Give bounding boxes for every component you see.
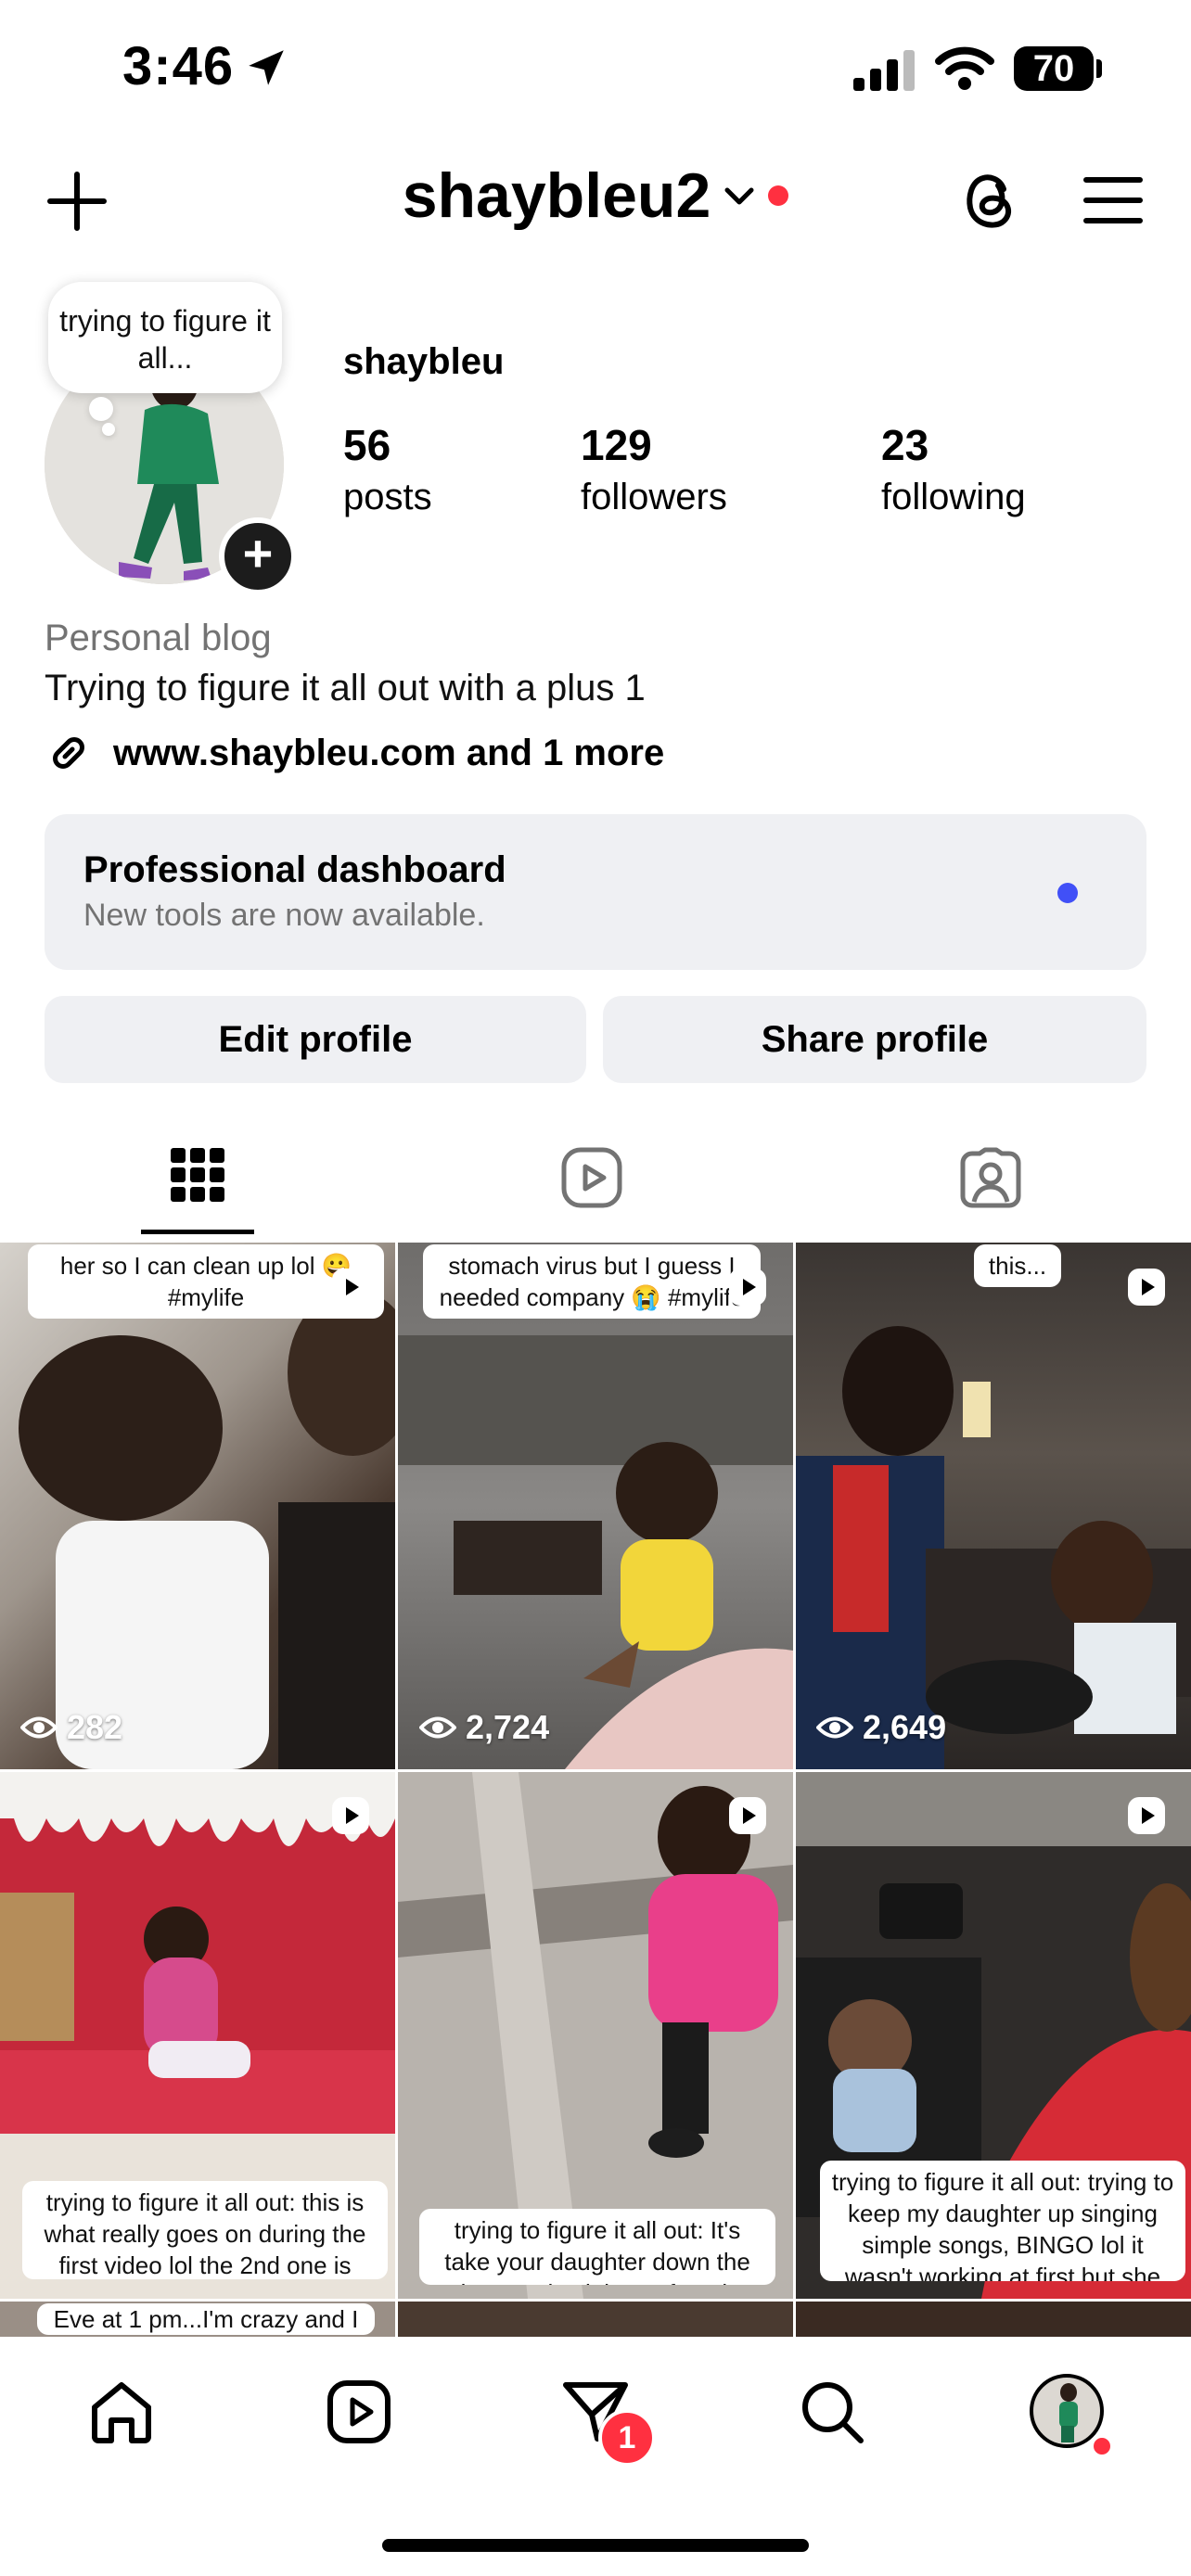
menu-hamburger-icon[interactable] xyxy=(1083,176,1143,224)
grid-tile-2[interactable] xyxy=(398,1243,793,1769)
dashboard-new-dot xyxy=(1057,883,1078,903)
username-label: shaybleu2 xyxy=(402,160,711,231)
notification-dot xyxy=(768,185,789,206)
threads-icon[interactable] xyxy=(961,167,1020,232)
display-name: shaybleu xyxy=(343,341,505,382)
tile-3-image xyxy=(796,1326,1191,1769)
tile-2-views: 2,724 xyxy=(419,1708,549,1747)
reel-badge-icon xyxy=(729,1797,766,1834)
reel-badge-icon xyxy=(1128,1797,1165,1834)
edit-profile-button[interactable]: Edit profile xyxy=(45,996,586,1083)
active-tab-indicator xyxy=(141,1230,254,1234)
grid-tile-8[interactable] xyxy=(398,2302,793,2339)
link-icon xyxy=(53,737,84,769)
cellular-signal-icon xyxy=(853,50,915,91)
tile-2-image xyxy=(398,1335,793,1769)
messages-badge: 1 xyxy=(598,2409,656,2467)
location-arrow-icon xyxy=(249,50,284,85)
eye-icon xyxy=(816,1716,853,1739)
followers-stat[interactable]: 129 followers xyxy=(581,419,727,523)
search-icon[interactable] xyxy=(800,2379,864,2444)
note-tail-dot xyxy=(89,397,113,421)
reel-badge-icon xyxy=(332,1797,369,1834)
battery-tip xyxy=(1096,59,1102,78)
professional-dashboard-card[interactable] xyxy=(45,814,1146,970)
battery-indicator: 70 xyxy=(1014,46,1094,91)
followers-count: 129 xyxy=(581,421,652,469)
following-stat[interactable]: 23 following xyxy=(881,419,1026,523)
reel-badge-icon xyxy=(729,1269,766,1306)
home-icon[interactable] xyxy=(89,2379,154,2444)
website-link[interactable]: www.shaybleu.com and 1 more xyxy=(45,729,664,777)
tile-7-caption: Eve at 1 pm...I'm crazy and I lost xyxy=(37,2303,375,2335)
reel-badge-icon xyxy=(1128,1269,1165,1306)
website-link-text: www.shaybleu.com and 1 more xyxy=(113,732,665,773)
wifi-icon xyxy=(935,46,994,90)
status-time: 3:46 xyxy=(122,36,235,96)
tile-6-caption: trying to figure it all out: trying to k… xyxy=(820,2161,1185,2281)
grid-tile-9[interactable] xyxy=(796,2302,1191,2339)
reel-badge-icon xyxy=(332,1269,369,1306)
chevron-down-icon xyxy=(724,187,754,205)
reels-icon[interactable] xyxy=(327,2379,391,2444)
category-label: Personal blog xyxy=(45,618,272,658)
tile-3-views: 2,649 xyxy=(816,1708,946,1747)
posts-label: posts xyxy=(343,477,432,517)
posts-stat[interactable]: 56 posts xyxy=(343,419,432,523)
bio-text: Trying to figure it all out with a plus … xyxy=(45,668,646,708)
tile-4-caption: trying to figure it all out: this is wha… xyxy=(22,2181,388,2279)
followers-label: followers xyxy=(581,477,727,517)
tile-2-caption: stomach virus but I guess I needed compa… xyxy=(423,1244,761,1319)
grid-tile-3[interactable] xyxy=(796,1243,1191,1769)
note-bubble[interactable]: trying to figure it all... xyxy=(48,282,282,393)
share-profile-button[interactable]: Share profile xyxy=(603,996,1146,1083)
reels-tab-icon[interactable] xyxy=(560,1146,623,1209)
tile-5-caption: trying to figure it all out: It's take y… xyxy=(419,2209,775,2285)
profile-tab-avatar[interactable] xyxy=(1030,2374,1104,2448)
eye-icon xyxy=(20,1716,58,1739)
mini-avatar-figure xyxy=(1059,2383,1078,2442)
grid-tile-1[interactable] xyxy=(0,1243,395,1769)
tagged-tab-icon[interactable] xyxy=(959,1146,1022,1209)
home-indicator xyxy=(382,2539,809,2552)
tile-3-caption: this... xyxy=(974,1244,1061,1287)
grid-icon[interactable] xyxy=(171,1148,224,1202)
note-tail-dot-small xyxy=(102,423,115,436)
eye-icon xyxy=(419,1716,456,1739)
add-story-button[interactable]: + xyxy=(219,517,297,595)
dashboard-subtitle: New tools are now available. xyxy=(83,898,485,933)
following-count: 23 xyxy=(881,421,929,469)
following-label: following xyxy=(881,477,1026,517)
tile-1-views: 282 xyxy=(20,1708,122,1747)
posts-count: 56 xyxy=(343,421,391,469)
profile-tab-dot xyxy=(1091,2435,1113,2457)
tile-1-image xyxy=(19,1289,395,1769)
dashboard-title: Professional dashboard xyxy=(83,849,506,890)
